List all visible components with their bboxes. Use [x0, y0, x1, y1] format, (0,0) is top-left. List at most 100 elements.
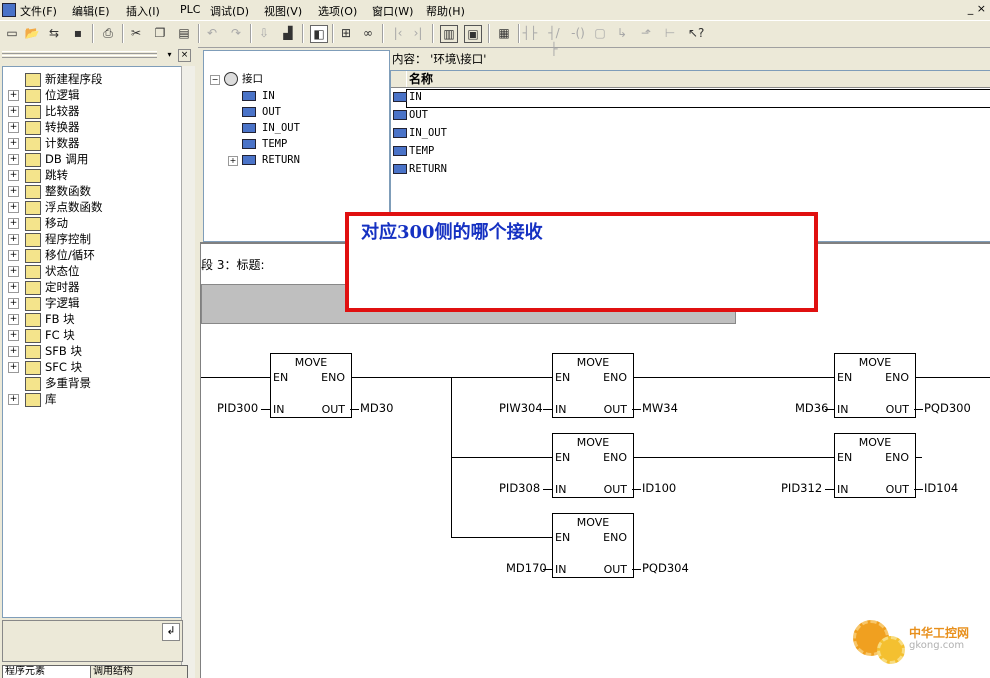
- block-output-operand[interactable]: ID104: [924, 481, 958, 495]
- pin-icon[interactable]: ▾: [164, 49, 175, 60]
- no-contact-icon[interactable]: ┤├: [522, 25, 538, 41]
- collapse-icon[interactable]: −: [210, 75, 220, 85]
- expand-icon[interactable]: +: [8, 394, 19, 405]
- expand-icon[interactable]: +: [8, 298, 19, 309]
- window-controls[interactable]: _ ×: [968, 2, 986, 15]
- vertical-scrollbar[interactable]: [181, 66, 195, 678]
- expand-icon[interactable]: +: [8, 346, 19, 357]
- watch-icon[interactable]: ∞: [360, 25, 376, 41]
- empty-box-icon[interactable]: ▢: [592, 25, 608, 41]
- expand-icon[interactable]: +: [8, 90, 19, 101]
- block-output-operand[interactable]: PQD300: [924, 401, 971, 415]
- network-title[interactable]: 段 3：标题:: [201, 256, 265, 273]
- close-branch-icon[interactable]: ⬏: [638, 25, 654, 41]
- tree-item[interactable]: + FC 块: [3, 327, 178, 343]
- interface-item-return[interactable]: RETURN: [242, 152, 300, 168]
- coil-icon[interactable]: -(): [570, 25, 586, 41]
- interface-root[interactable]: 接口: [224, 71, 263, 87]
- interface-item-out[interactable]: OUT: [242, 104, 281, 120]
- move-block[interactable]: MOVE EN ENO IN OUT: [552, 433, 634, 498]
- layout-icon[interactable]: ▥: [440, 25, 458, 43]
- menu-help[interactable]: 帮助(H): [426, 3, 465, 19]
- block-input-operand[interactable]: MD170: [506, 561, 547, 575]
- paste-icon[interactable]: ▤: [176, 25, 192, 41]
- interface-item-in[interactable]: IN: [242, 88, 275, 104]
- help-context-icon[interactable]: ↲: [162, 623, 180, 641]
- block-input-operand[interactable]: PID300: [217, 401, 258, 415]
- expand-icon[interactable]: +: [8, 122, 19, 133]
- expand-icon[interactable]: +: [8, 154, 19, 165]
- tree-item[interactable]: + 库: [3, 391, 178, 407]
- block-input-operand[interactable]: MD36: [795, 401, 828, 415]
- print-icon[interactable]: ⎙: [100, 25, 116, 41]
- next-icon[interactable]: ›|: [410, 25, 426, 41]
- expand-icon[interactable]: +: [8, 250, 19, 261]
- menu-debug[interactable]: 调试(D): [210, 3, 249, 19]
- menu-plc[interactable]: PLC: [180, 3, 200, 16]
- cut-icon[interactable]: ✂: [128, 25, 144, 41]
- table-row[interactable]: IN_OUT: [393, 124, 447, 142]
- expand-icon[interactable]: +: [8, 330, 19, 341]
- move-block[interactable]: MOVE EN ENO IN OUT: [834, 353, 916, 418]
- block-output-operand[interactable]: MW34: [642, 401, 678, 415]
- expand-icon[interactable]: +: [8, 170, 19, 181]
- column-header-name[interactable]: 名称: [406, 71, 989, 87]
- tree-item[interactable]: + 跳转: [3, 167, 178, 183]
- menu-view[interactable]: 视图(V): [264, 3, 302, 19]
- block-output-operand[interactable]: MD30: [360, 401, 393, 415]
- menu-edit[interactable]: 编辑(E): [72, 3, 110, 19]
- block-input-operand[interactable]: PIW304: [499, 401, 543, 415]
- tree-item[interactable]: + 转换器: [3, 119, 178, 135]
- open-branch-icon[interactable]: ↳: [614, 25, 630, 41]
- tree-item[interactable]: + 位逻辑: [3, 87, 178, 103]
- table-row[interactable]: RETURN: [393, 160, 447, 178]
- open-folder-icon[interactable]: 📂: [24, 25, 40, 41]
- tree-item[interactable]: + 程序控制: [3, 231, 178, 247]
- new-file-icon[interactable]: ▭: [4, 25, 20, 41]
- table-row[interactable]: IN: [393, 88, 422, 106]
- tab-program-elements[interactable]: 程序元素: [2, 665, 92, 678]
- nc-contact-icon[interactable]: ┤/├: [546, 25, 562, 56]
- panel-title-bar[interactable]: ▾ ×: [2, 49, 194, 62]
- block-output-operand[interactable]: ID100: [642, 481, 676, 495]
- interface-item-temp[interactable]: TEMP: [242, 136, 287, 152]
- block-output-operand[interactable]: PQD304: [642, 561, 689, 575]
- tree-item[interactable]: + 移位/循环: [3, 247, 178, 263]
- tab-call-structure[interactable]: 调用结构: [90, 665, 188, 678]
- accessible-nodes-icon[interactable]: ⇆: [46, 25, 62, 41]
- tree-item[interactable]: + 浮点数函数: [3, 199, 178, 215]
- monitor-icon[interactable]: ▟: [280, 25, 296, 41]
- tree-item[interactable]: + FB 块: [3, 311, 178, 327]
- connection-icon[interactable]: ⊢: [662, 25, 678, 41]
- prev-icon[interactable]: |‹: [390, 25, 406, 41]
- help-icon[interactable]: ↖?: [688, 25, 704, 41]
- tree-item[interactable]: + 计数器: [3, 135, 178, 151]
- expand-icon[interactable]: +: [8, 314, 19, 325]
- network-icon[interactable]: ⊞: [338, 25, 354, 41]
- tree-item[interactable]: + 状态位: [3, 263, 178, 279]
- tree-item[interactable]: + DB 调用: [3, 151, 178, 167]
- move-block[interactable]: MOVE EN ENO IN OUT: [552, 513, 634, 578]
- save-icon[interactable]: ▪: [70, 25, 86, 41]
- tree-item[interactable]: + SFC 块: [3, 359, 178, 375]
- expand-icon[interactable]: +: [8, 106, 19, 117]
- expand-icon[interactable]: +: [8, 138, 19, 149]
- expand-icon[interactable]: +: [228, 156, 238, 166]
- tree-item[interactable]: + 比较器: [3, 103, 178, 119]
- expand-icon[interactable]: +: [8, 186, 19, 197]
- expand-icon[interactable]: +: [8, 362, 19, 373]
- menu-window[interactable]: 窗口(W): [372, 3, 413, 19]
- move-block[interactable]: MOVE EN ENO IN OUT: [552, 353, 634, 418]
- expand-icon[interactable]: +: [8, 266, 19, 277]
- expand-icon[interactable]: +: [8, 218, 19, 229]
- expand-icon[interactable]: +: [8, 202, 19, 213]
- tree-item[interactable]: + 定时器: [3, 279, 178, 295]
- close-icon[interactable]: ×: [178, 49, 191, 62]
- tree-item[interactable]: + 整数函数: [3, 183, 178, 199]
- overview-icon[interactable]: ◧: [310, 25, 328, 43]
- copy-icon[interactable]: ❐: [152, 25, 168, 41]
- move-block[interactable]: MOVE EN ENO IN OUT: [834, 433, 916, 498]
- tree-item[interactable]: + 移动: [3, 215, 178, 231]
- move-block[interactable]: MOVE EN ENO IN OUT: [270, 353, 352, 418]
- expand-icon[interactable]: +: [8, 234, 19, 245]
